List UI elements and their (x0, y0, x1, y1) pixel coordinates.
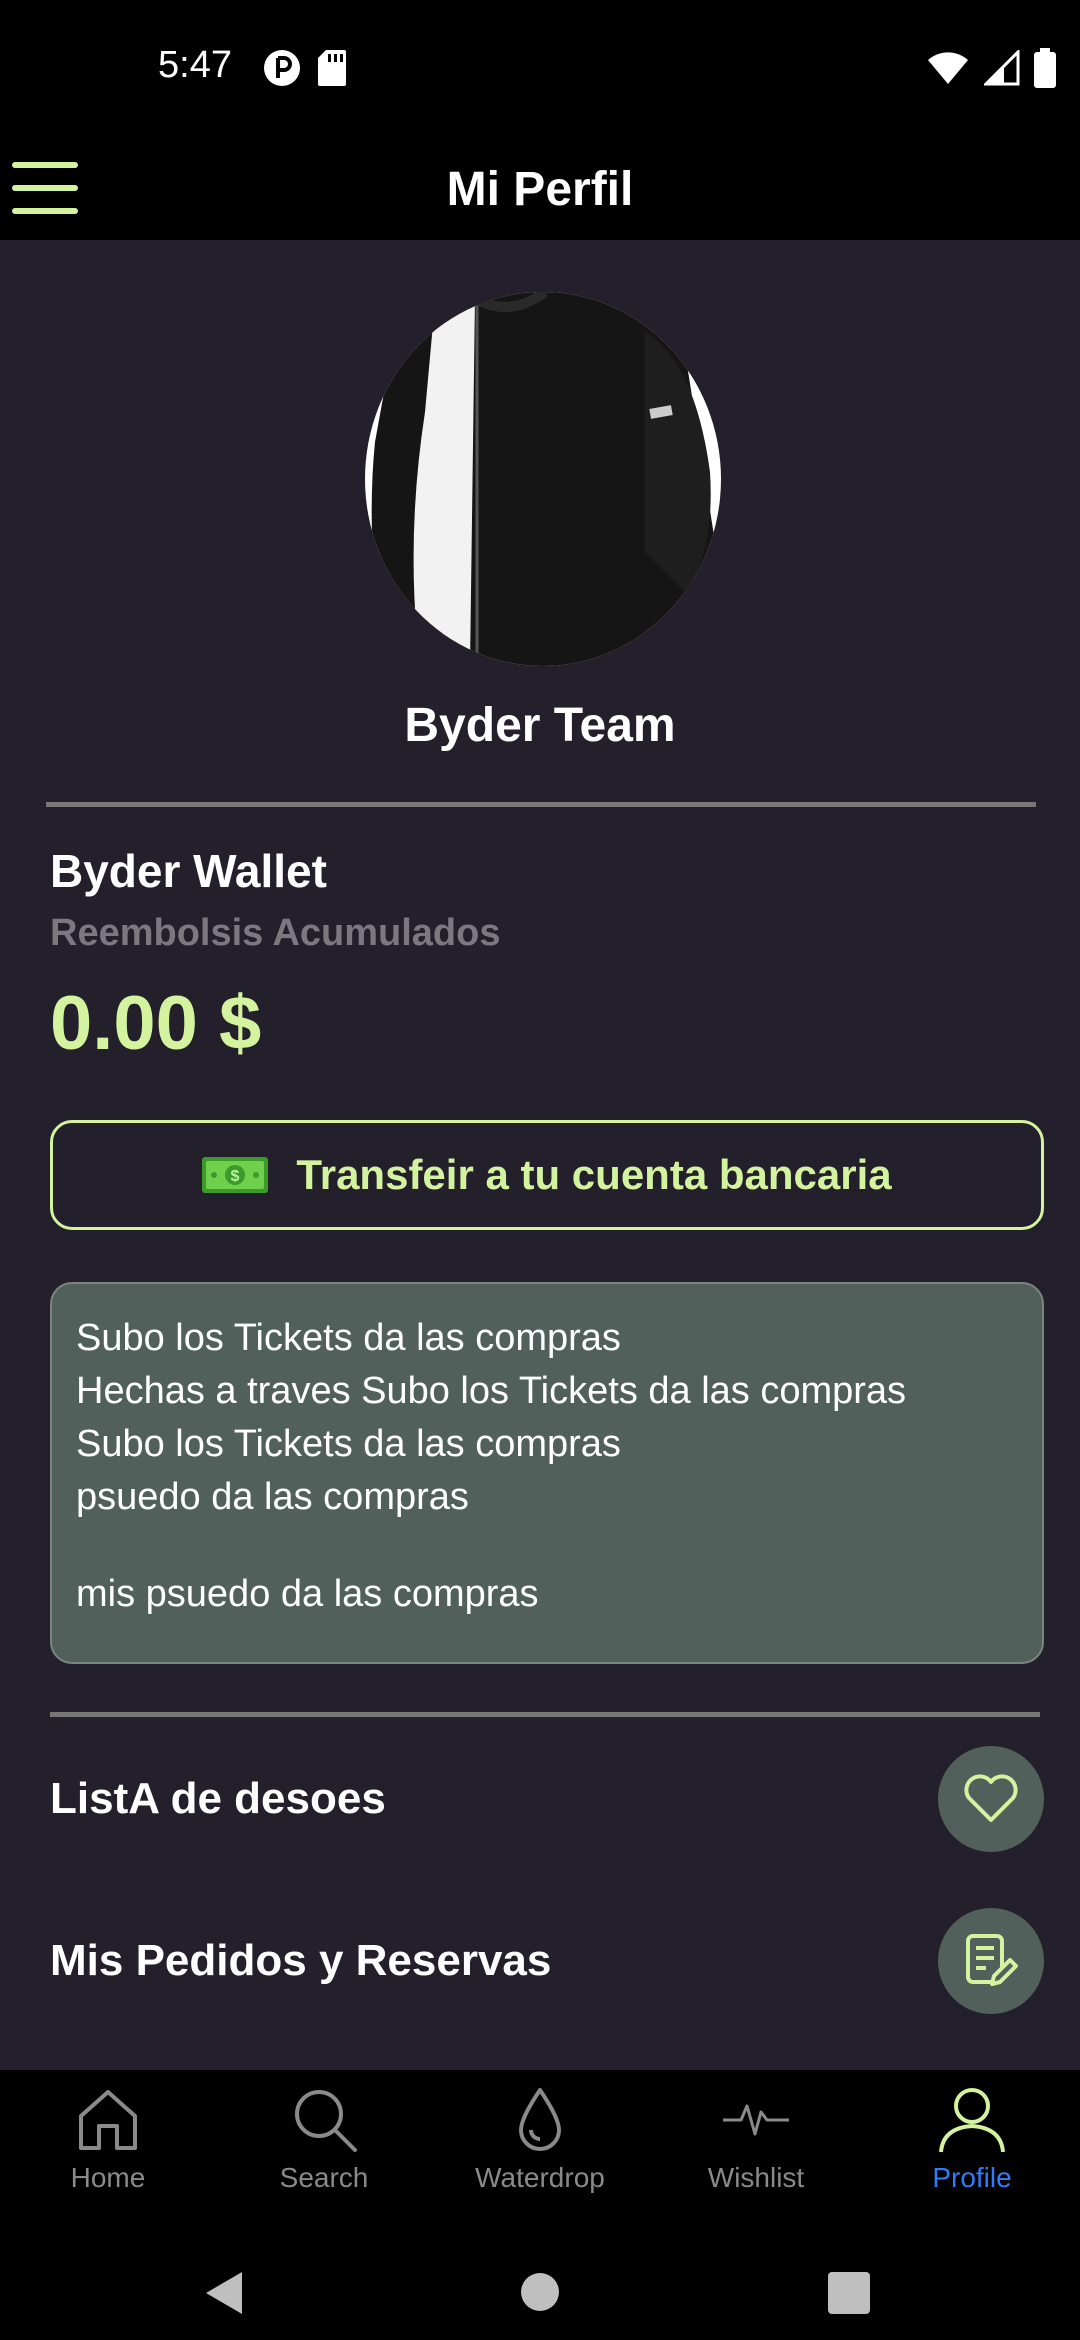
wallet-subtitle: Reembolsis Acumulados (50, 912, 501, 954)
info-card: Subo los Tickets da las compras Hechas a… (50, 1282, 1044, 1664)
wishlist-label: ListA de desoes (50, 1774, 386, 1823)
info-line: mis psuedo da las compras (76, 1573, 539, 1615)
pulse-icon (723, 2104, 789, 2136)
info-line: psuedo da las compras (76, 1476, 469, 1518)
orders-row[interactable]: Mis Pedidos y Reservas (50, 1908, 1044, 2014)
divider (50, 1712, 1040, 1717)
search-icon (295, 2090, 357, 2152)
nav-wishlist[interactable]: Wishlist (648, 2070, 864, 2240)
status-icons-right (926, 48, 1056, 88)
wishlist-button[interactable] (938, 1746, 1044, 1852)
orders-label: Mis Pedidos y Reservas (50, 1936, 552, 1985)
divider (46, 802, 1036, 807)
avatar[interactable] (365, 292, 721, 666)
nav-search-label: Search (279, 2162, 369, 2193)
svg-text:$: $ (231, 1168, 240, 1185)
nav-profile-label: Profile (932, 2162, 1012, 2193)
nav-profile[interactable]: Profile (864, 2070, 1080, 2240)
heart-icon (964, 1774, 1018, 1822)
home-circle-icon[interactable] (520, 2272, 560, 2312)
status-bar: 5:47 (0, 0, 1080, 140)
transfer-bank-button[interactable]: $ Transfeir a tu cuenta bancaria (50, 1120, 1044, 1230)
system-navigation-bar (0, 2240, 1080, 2340)
wifi-icon (928, 52, 968, 84)
back-icon[interactable] (202, 2270, 246, 2316)
profile-content[interactable]: Byder Team Byder Wallet Reembolsis Acumu… (0, 240, 1080, 2070)
info-line: Hechas a traves Subo los Tickets da las … (76, 1370, 907, 1412)
user-name: Byder Team (404, 699, 676, 752)
orders-button[interactable] (938, 1908, 1044, 2014)
sd-card-icon (318, 50, 346, 86)
wallet-title: Byder Wallet (50, 845, 327, 897)
home-icon (79, 2090, 137, 2150)
nav-waterdrop-label: Waterdrop (475, 2162, 605, 2193)
bottom-navigation: Home Search Waterdrop Wishlist Profile (0, 2070, 1080, 2240)
nav-home-label: Home (70, 2162, 146, 2193)
signal-icon (984, 50, 1020, 86)
status-time: 5:47 (158, 44, 232, 86)
order-edit-icon (966, 1934, 1018, 1986)
info-line: Subo los Tickets da las compras (76, 1423, 621, 1465)
waterdrop-icon (519, 2088, 561, 2151)
info-line: Subo los Tickets da las compras (76, 1317, 621, 1359)
nav-home[interactable]: Home (0, 2070, 216, 2240)
money-icon: $ (202, 1157, 269, 1193)
nav-wishlist-label: Wishlist (707, 2162, 805, 2193)
wishlist-row[interactable]: ListA de desoes (50, 1746, 1044, 1852)
app-bar: Mi Perfil (0, 140, 1080, 240)
wallet-amount: 0.00 $ (50, 981, 262, 1066)
battery-icon (1034, 48, 1056, 88)
vpn-icon (264, 50, 300, 86)
status-icons-left (262, 48, 348, 88)
nav-waterdrop[interactable]: Waterdrop (432, 2070, 648, 2240)
transfer-bank-label: Transfeir a tu cuenta bancaria (296, 1151, 892, 1198)
page-title: Mi Perfil (446, 163, 634, 216)
recents-icon[interactable] (828, 2272, 870, 2314)
nav-search[interactable]: Search (216, 2070, 432, 2240)
person-icon (939, 2088, 1005, 2153)
